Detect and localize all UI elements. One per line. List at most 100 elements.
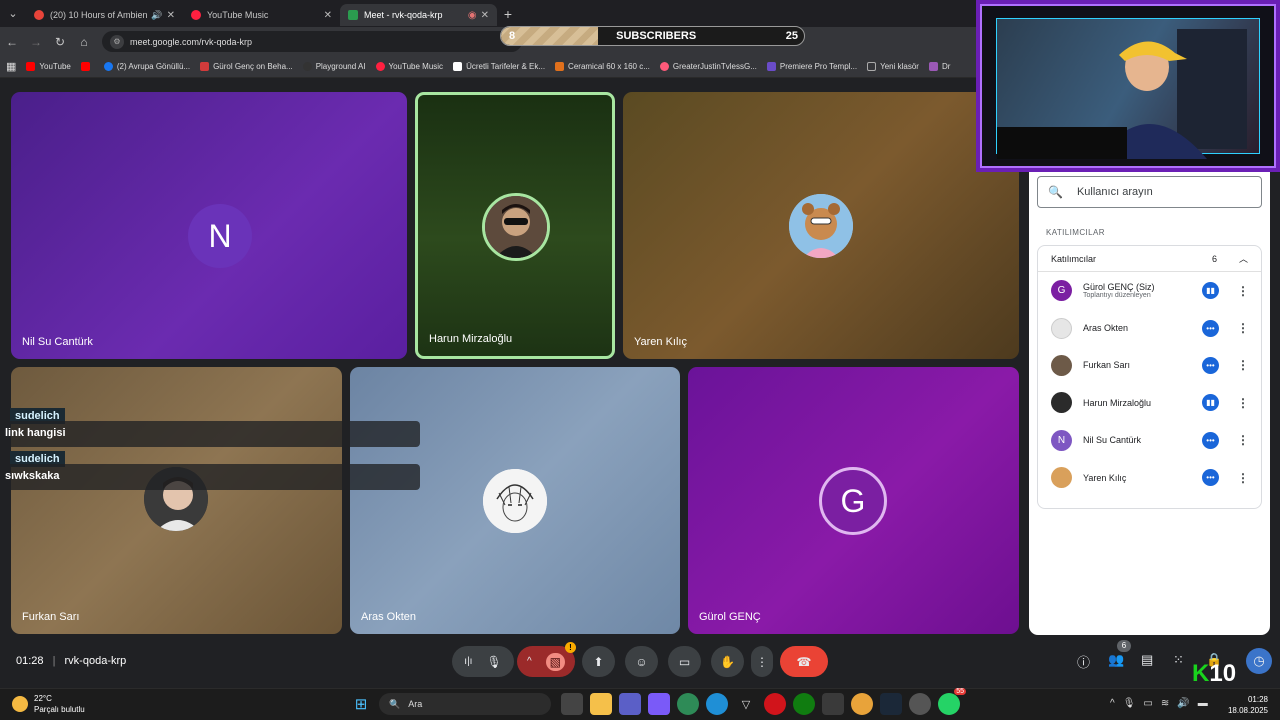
steam-icon[interactable] — [880, 693, 902, 715]
youtube-icon — [34, 10, 44, 20]
bookmark-favicon-icon — [302, 62, 312, 71]
chrome-profile-icon[interactable] — [851, 693, 873, 715]
bookmark-item[interactable]: YouTube Music — [375, 62, 443, 71]
chrome-icon[interactable] — [677, 693, 699, 715]
muted-indicator-icon: ••• — [1202, 319, 1219, 337]
more-options-icon[interactable]: ⋮ — [1237, 358, 1249, 372]
bookmark-folder[interactable]: Yeni klasör — [867, 62, 919, 71]
edge-icon[interactable] — [706, 693, 728, 715]
participant-tile[interactable]: Yaren Kılıç — [623, 92, 1019, 359]
teams-icon[interactable] — [619, 693, 641, 715]
info-icon[interactable]: ⓘ — [1077, 652, 1090, 671]
participant-name: Gürol GENÇ (Siz) — [1083, 282, 1155, 293]
volume-icon[interactable]: 🔊 — [1177, 698, 1189, 709]
speaker-icon[interactable]: 🔊 — [151, 10, 162, 21]
more-options-icon[interactable]: ⋮ — [1237, 321, 1249, 335]
taskbar-search[interactable]: 🔍 Ara — [379, 693, 551, 715]
forward-icon[interactable]: → — [24, 35, 48, 49]
store-icon[interactable] — [822, 693, 844, 715]
tab-ambient[interactable]: (20) 10 Hours of Ambient C 🔊 ✕ — [26, 4, 183, 26]
more-options-icon[interactable]: ⋮ — [1237, 433, 1249, 447]
wifi-icon[interactable]: ≋ — [1161, 698, 1169, 709]
design-app-icon[interactable] — [648, 693, 670, 715]
bookmark-item[interactable] — [80, 62, 94, 71]
emoji-button[interactable]: ☺ — [625, 646, 658, 677]
windows-start-icon[interactable]: ⊞ — [350, 693, 372, 715]
participant-row[interactable]: N Nil Su Cantürk ••• ⋮ — [1038, 422, 1261, 459]
task-view-icon[interactable] — [561, 693, 583, 715]
present-button[interactable]: ⬆ — [582, 646, 615, 677]
reload-icon[interactable]: ↻ — [48, 35, 72, 49]
bookmark-favicon-icon — [555, 62, 565, 71]
tab-search-button[interactable]: ⌄ — [0, 0, 26, 27]
tab-youtube-music[interactable]: YouTube Music ✕ — [183, 4, 340, 26]
bookmark-item[interactable]: Playground AI — [302, 62, 366, 71]
vpn-icon[interactable]: ▽ — [735, 693, 757, 715]
more-options-button[interactable]: ⋮ — [751, 646, 773, 677]
new-tab-button[interactable]: + — [497, 6, 519, 22]
battery-icon[interactable]: ▬ — [1198, 698, 1208, 709]
url-field[interactable]: ⚙ meet.google.com/rvk-qoda-krp — [102, 31, 522, 52]
participant-row[interactable]: Furkan Sarı ••• ⋮ — [1038, 347, 1261, 384]
avatar — [482, 193, 550, 261]
more-options-icon[interactable]: ⋮ — [1237, 284, 1249, 298]
participant-name: Nil Su Cantürk — [22, 336, 93, 348]
leave-call-button[interactable]: ☎ — [780, 646, 828, 677]
group-header[interactable]: Katılımcılar 6 ︿ — [1038, 246, 1261, 272]
opera-icon[interactable] — [764, 693, 786, 715]
raise-hand-button[interactable]: ✋ — [711, 646, 744, 677]
chevron-up-icon[interactable]: ︿ — [1239, 252, 1248, 265]
meet-control-bar: 01:28 | rvk-qoda-krp ı|ı 🎙 ^ ▧ ! ⬆ ☺ ▭ ✋… — [0, 640, 1280, 685]
tab-meet[interactable]: Meet - rvk-qoda-krp ◉ ✕ — [340, 4, 497, 26]
avatar — [483, 469, 547, 533]
bookmark-item[interactable]: (2) Avrupa Gönüllü... — [103, 62, 190, 71]
file-explorer-icon[interactable] — [590, 693, 612, 715]
search-input[interactable]: 🔍 Kullanıcı arayın — [1037, 176, 1262, 208]
captions-button[interactable]: ▭ — [668, 646, 701, 677]
weather-condition: Parçalı bulutlu — [34, 705, 85, 714]
participant-tile[interactable]: Harun Mirzaloğlu — [415, 92, 615, 359]
participants-group: Katılımcılar 6 ︿ G Gürol GENÇ (Siz) Topl… — [1037, 245, 1262, 509]
participants-panel: 🔍 Kullanıcı arayın KATILIMCILAR Katılımc… — [1029, 96, 1270, 635]
bookmark-favicon-icon — [453, 62, 463, 71]
more-options-icon[interactable]: ⋮ — [1237, 471, 1249, 485]
display-icon[interactable]: ▭ — [1143, 698, 1152, 709]
site-info-icon[interactable]: ⚙ — [110, 34, 124, 49]
activities-icon[interactable]: ⁙ — [1173, 652, 1184, 668]
apps-icon[interactable]: ▦ — [6, 60, 16, 73]
participant-tile[interactable]: N Nil Su Cantürk — [11, 92, 407, 359]
home-icon[interactable]: ⌂ — [72, 35, 96, 49]
timer-icon[interactable]: ◷ — [1246, 648, 1272, 674]
bookmark-item[interactable]: GreaterJustinTvlessG... — [659, 62, 757, 71]
participant-row[interactable]: Aras Okten ••• ⋮ — [1038, 309, 1261, 346]
chat-icon[interactable]: ▤ — [1141, 652, 1153, 668]
xbox-icon[interactable] — [793, 693, 815, 715]
participant-row[interactable]: Harun Mirzaloğlu ▮▮ ⋮ — [1038, 384, 1261, 421]
bookmark-item[interactable]: Dr — [928, 62, 950, 71]
bookmark-item[interactable]: Ücretli Tarifeler & Ek... — [453, 62, 545, 71]
whatsapp-icon[interactable]: 55 — [938, 688, 966, 715]
participant-tile[interactable]: Aras Okten — [350, 367, 680, 634]
taskbar-clock[interactable]: 01:28 18.08.2025 — [1228, 694, 1268, 716]
participant-row[interactable]: Yaren Kılıç ••• ⋮ — [1038, 459, 1261, 496]
weather-widget[interactable]: 22°C Parçalı bulutlu — [12, 693, 85, 715]
mic-button[interactable]: ı|ı 🎙 — [452, 646, 514, 677]
close-icon[interactable]: ✕ — [324, 10, 332, 21]
participant-name: Harun Mirzaloğlu — [1083, 397, 1152, 408]
participant-tile[interactable]: G Gürol GENÇ — [688, 367, 1019, 634]
search-placeholder: Kullanıcı arayın — [1076, 186, 1153, 198]
bookmark-item[interactable]: Premiere Pro Templ... — [766, 62, 857, 71]
more-options-icon[interactable]: ⋮ — [1237, 396, 1249, 410]
github-icon[interactable] — [909, 693, 931, 715]
chevron-up-icon[interactable]: ^ — [1110, 698, 1115, 709]
back-icon[interactable]: ← — [0, 35, 24, 49]
close-icon[interactable]: ✕ — [167, 10, 175, 21]
participant-row[interactable]: G Gürol GENÇ (Siz) Toplantıyı düzenleyen… — [1038, 272, 1261, 309]
close-icon[interactable]: ✕ — [481, 10, 489, 21]
people-icon[interactable]: 👥 — [1108, 652, 1124, 668]
bookmark-item[interactable]: Ceramical 60 x 160 c... — [555, 62, 650, 71]
participant-name: Yaren Kılıç — [1083, 472, 1127, 483]
mic-icon[interactable]: 🎙 — [1123, 698, 1136, 709]
bookmark-item[interactable]: YouTube — [26, 62, 71, 71]
bookmark-item[interactable]: Gürol Genç on Beha... — [200, 62, 293, 71]
